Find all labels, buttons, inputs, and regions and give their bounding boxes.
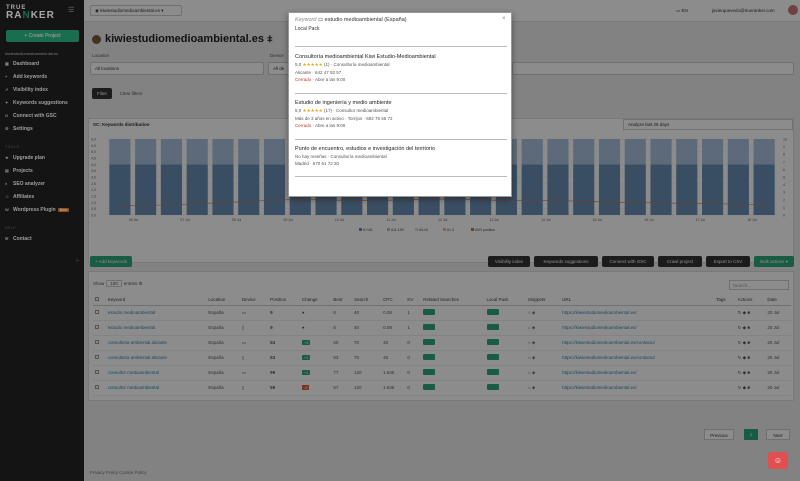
- closed-status: Cerrado: [295, 77, 312, 82]
- result-details: Madrid · 670 61 72 30: [295, 161, 340, 166]
- rating-stars: ★★★★★: [302, 108, 323, 113]
- modal-keyword: estudio medioambiental (España): [324, 17, 407, 23]
- local-pack-modal: Keyword ▭ estudio medioambiental (España…: [288, 12, 512, 197]
- divider: [295, 139, 507, 140]
- result-hours: Cerrado · Abre a las 9:00: [295, 77, 507, 82]
- modal-title: Keyword ▭ estudio medioambiental (España…: [295, 17, 407, 23]
- business-type: · Consultoría medioambiental: [330, 62, 390, 67]
- opening-time: · Abre a las 9:00: [312, 77, 346, 82]
- business-type: · Consultor medioambiental: [333, 108, 389, 113]
- local-result[interactable]: Punto de encuentro, estudios e investiga…: [295, 146, 507, 166]
- result-details: Alicante · 642 47 93 57: [295, 70, 342, 75]
- review-count: (17): [323, 108, 332, 113]
- business-type: · Consultoría medioambiental: [327, 154, 387, 159]
- result-name: Estudio de ingeniería y medio ambiente: [295, 100, 392, 106]
- result-rating: No hay reseñas · Consultoría medioambien…: [295, 154, 507, 159]
- divider: [295, 46, 507, 47]
- local-result[interactable]: Estudio de ingeniería y medio ambiente 5…: [295, 100, 507, 128]
- result-details: Más de 3 años en activo · Torrijos · 692…: [295, 116, 393, 121]
- review-count: No hay reseñas: [295, 154, 327, 159]
- result-rating: 5,0 ★★★★★ (1) · Consultoría medioambient…: [295, 62, 507, 68]
- divider: [295, 176, 507, 177]
- rating-value: 5,0: [295, 62, 302, 67]
- modal-keyword-label: Keyword: [295, 17, 317, 23]
- rating-stars: ★★★★★: [302, 62, 323, 67]
- rating-value: 5,0: [295, 108, 302, 113]
- modal-subtitle: Local Pack: [295, 26, 320, 32]
- close-icon[interactable]: ×: [502, 16, 506, 22]
- divider: [295, 93, 507, 94]
- result-rating: 5,0 ★★★★★ (17) · Consultor medioambienta…: [295, 108, 507, 114]
- sidebar-overlay: [0, 0, 84, 481]
- result-hours: Cerrado · Abre a las 9:00: [295, 123, 507, 128]
- help-widget-icon[interactable]: ☺: [768, 452, 788, 469]
- desktop-icon: ▭: [317, 17, 324, 23]
- review-count: (1): [323, 62, 330, 67]
- result-name: Punto de encuentro, estudios e investiga…: [295, 146, 436, 152]
- opening-time: · Abre a las 9:00: [312, 123, 346, 128]
- result-name: Consultoría medioambiental Kiwi Estudio-…: [295, 54, 436, 60]
- local-result[interactable]: Consultoría medioambiental Kiwi Estudio-…: [295, 54, 507, 82]
- closed-status: Cerrado: [295, 123, 312, 128]
